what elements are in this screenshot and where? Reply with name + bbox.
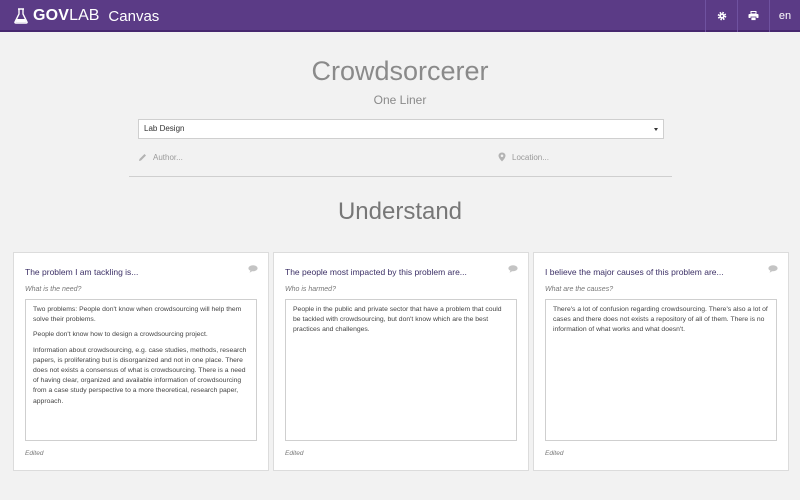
comment-icon[interactable] <box>248 265 258 273</box>
map-marker-icon <box>498 152 506 162</box>
card-hint: Who is harmed? <box>285 286 336 293</box>
card-textarea[interactable]: There's a lot of confusion regarding cro… <box>545 299 777 441</box>
brand-gov: GOV <box>33 7 70 24</box>
card-paragraph: People in the public and private sector … <box>293 306 502 334</box>
page-subtitle: One Liner <box>373 93 427 107</box>
card-status: Edited <box>285 450 304 457</box>
print-icon <box>748 11 759 21</box>
gear-icon <box>717 11 726 21</box>
card-hint: What are the causes? <box>545 286 614 293</box>
top-navbar: GOV LAB Canvas en <box>0 0 800 32</box>
header-divider <box>129 176 672 177</box>
card-paragraph: Two problems: People don't know when cro… <box>33 306 242 324</box>
card-status: Edited <box>25 450 44 457</box>
card-title: I believe the major causes of this probl… <box>545 267 724 277</box>
card-textarea[interactable]: Two problems: People don't know when cro… <box>25 299 257 441</box>
flask-icon <box>14 8 28 24</box>
comment-icon[interactable] <box>508 265 518 273</box>
card-status: Edited <box>545 450 564 457</box>
card-title: The problem I am tackling is... <box>25 267 139 277</box>
brand-lab: LAB <box>69 7 100 24</box>
card-paragraph: There's a lot of confusion regarding cro… <box>553 306 768 334</box>
brand-logo[interactable]: GOV LAB Canvas <box>14 0 159 32</box>
card-hint: What is the need? <box>25 286 82 293</box>
language-selector[interactable]: en <box>769 0 800 32</box>
app-name: Canvas <box>108 7 160 25</box>
print-button[interactable] <box>737 0 769 32</box>
author-placeholder: Author... <box>153 152 183 162</box>
canvas-card: The problem I am tackling is... What is … <box>13 252 269 471</box>
chevron-down-icon <box>654 128 658 131</box>
card-textarea[interactable]: People in the public and private sector … <box>285 299 517 441</box>
page-title: Crowdsorcerer <box>311 56 489 86</box>
location-placeholder: Location... <box>512 152 549 162</box>
settings-button[interactable] <box>705 0 737 32</box>
card-paragraph: People don't know how to design a crowds… <box>33 331 208 339</box>
canvas-card: The people most impacted by this problem… <box>273 252 529 471</box>
canvas-card: I believe the major causes of this probl… <box>533 252 789 471</box>
author-field[interactable]: Author... <box>138 150 468 164</box>
pencil-icon <box>139 153 146 161</box>
project-select[interactable]: Lab Design <box>138 119 664 139</box>
location-field[interactable]: Location... <box>498 150 668 164</box>
card-paragraph: Information about crowdsourcing, e.g. ca… <box>33 346 247 405</box>
card-title: The people most impacted by this problem… <box>285 267 467 277</box>
comment-icon[interactable] <box>768 265 778 273</box>
project-select-value: Lab Design <box>144 124 185 133</box>
section-title: Understand <box>337 198 463 225</box>
